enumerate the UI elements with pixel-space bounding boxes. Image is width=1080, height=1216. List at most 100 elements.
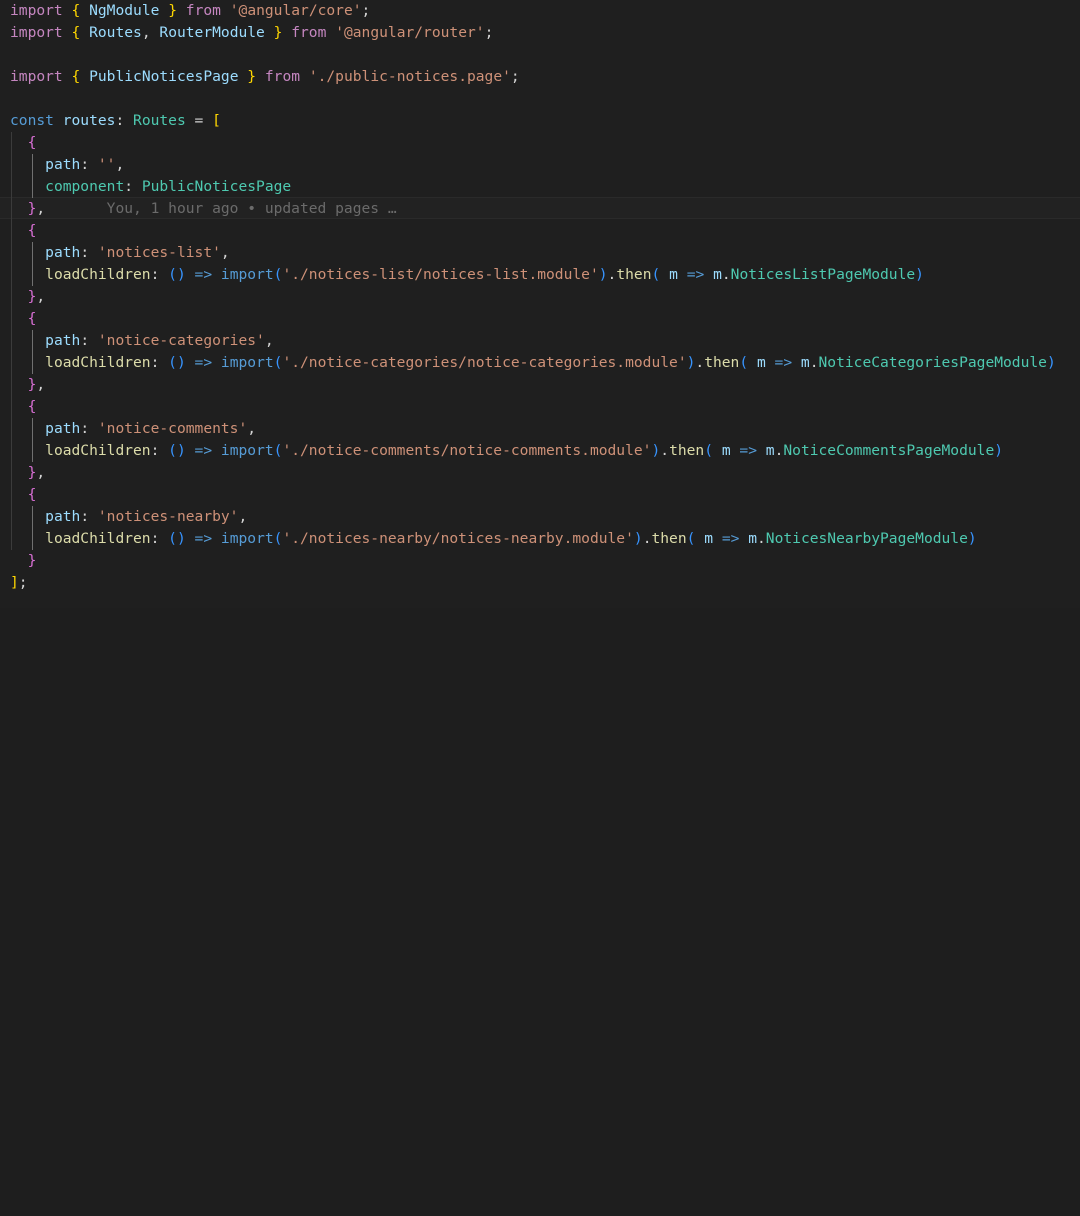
token-string-modulepath: './notices-nearby/notices-nearby.module' bbox=[282, 530, 634, 547]
token-array-close: ] bbox=[10, 574, 19, 591]
token-paren-close: ) bbox=[633, 530, 643, 547]
token-keyword-import: import bbox=[10, 68, 63, 85]
token-paren-close: ) bbox=[1046, 354, 1056, 371]
code-line[interactable]: loadChildren: () => import('./notices-ne… bbox=[0, 528, 1080, 550]
code-line[interactable]: { bbox=[0, 396, 1080, 418]
token-keyword-import: import bbox=[10, 2, 63, 19]
git-blame-annotation[interactable]: You, 1 hour ago • updated pages … bbox=[45, 200, 397, 217]
token-prop-path: path bbox=[45, 508, 81, 525]
token-curly-close: } bbox=[247, 68, 257, 85]
code-editor[interactable]: import { NgModule } from '@angular/core'… bbox=[0, 0, 1080, 608]
token-string-path: '' bbox=[97, 156, 116, 173]
code-line[interactable]: { bbox=[0, 132, 1080, 154]
token-object-open: { bbox=[27, 222, 37, 239]
code-line[interactable]: ]; bbox=[0, 572, 1080, 594]
code-line[interactable]: path: 'notice-comments', bbox=[0, 418, 1080, 440]
token-module-noticeslistpagemodule: NoticesListPageModule bbox=[730, 266, 916, 283]
code-line[interactable]: }, bbox=[0, 374, 1080, 396]
token-keyword-from: from bbox=[185, 2, 221, 19]
token-keyword-from: from bbox=[291, 24, 327, 41]
token-paren-close: ) bbox=[994, 442, 1004, 459]
token-param-m: m bbox=[704, 530, 714, 547]
token-keyword-import-dyn: import bbox=[220, 442, 274, 459]
token-prop-path: path bbox=[45, 156, 81, 173]
token-param-m: m bbox=[713, 266, 722, 283]
token-prop-component: component bbox=[45, 178, 125, 195]
token-string-path: 'notices-nearby' bbox=[97, 508, 239, 525]
token-module-noticecategoriespagemodule: NoticeCategoriesPageModule bbox=[818, 354, 1047, 371]
token-keyword-from: from bbox=[264, 68, 301, 85]
code-line-blank[interactable] bbox=[0, 88, 1080, 110]
code-line[interactable]: const routes: Routes = [ bbox=[0, 110, 1080, 132]
token-import-routes: Routes bbox=[89, 24, 142, 41]
token-arrow: => bbox=[194, 354, 213, 371]
token-object-open: { bbox=[27, 310, 37, 327]
code-line[interactable]: loadChildren: () => import('./notice-cat… bbox=[0, 352, 1080, 374]
code-line[interactable]: { bbox=[0, 308, 1080, 330]
code-line[interactable]: loadChildren: () => import('./notice-com… bbox=[0, 440, 1080, 462]
token-string-modulepath: './notices-list/notices-list.module' bbox=[282, 266, 599, 283]
code-line[interactable]: import { Routes, RouterModule } from '@a… bbox=[0, 22, 1080, 44]
token-object-open: { bbox=[27, 398, 37, 415]
token-param-m: m bbox=[669, 266, 678, 283]
token-arrow: => bbox=[686, 266, 705, 283]
token-type-routes: Routes bbox=[133, 112, 186, 129]
token-import-publicnoticespage: PublicNoticesPage bbox=[89, 68, 239, 85]
token-module-noticesnearbypagemodule: NoticesNearbyPageModule bbox=[765, 530, 968, 547]
token-param-m: m bbox=[721, 442, 731, 459]
token-prop-loadchildren: loadChildren bbox=[45, 442, 151, 459]
token-arrow: => bbox=[194, 530, 213, 547]
code-line[interactable]: loadChildren: () => import('./notices-li… bbox=[0, 264, 1080, 286]
code-line[interactable]: component: PublicNoticesPage bbox=[0, 176, 1080, 198]
token-prop-loadchildren: loadChildren bbox=[45, 354, 151, 371]
code-line[interactable]: }, bbox=[0, 286, 1080, 308]
token-array-open: [ bbox=[212, 112, 221, 129]
code-line[interactable]: { bbox=[0, 484, 1080, 506]
code-line-blank[interactable] bbox=[0, 44, 1080, 66]
token-arrow: => bbox=[774, 354, 793, 371]
token-keyword-import-dyn: import bbox=[220, 266, 274, 283]
code-line[interactable]: path: 'notices-list', bbox=[0, 242, 1080, 264]
token-paren-open: ( bbox=[739, 354, 749, 371]
token-param-m: m bbox=[765, 442, 775, 459]
token-string-module: '@angular/router' bbox=[335, 24, 485, 41]
token-curly-open: { bbox=[71, 68, 81, 85]
token-paren-close: ) bbox=[967, 530, 977, 547]
token-curly-close: } bbox=[168, 2, 177, 19]
token-param-m: m bbox=[756, 354, 766, 371]
token-paren: () bbox=[168, 266, 186, 283]
token-curly-open: { bbox=[71, 2, 81, 19]
token-paren-close: ) bbox=[651, 442, 661, 459]
code-line[interactable]: } bbox=[0, 550, 1080, 572]
code-line[interactable]: path: 'notices-nearby', bbox=[0, 506, 1080, 528]
code-line[interactable]: path: 'notice-categories', bbox=[0, 330, 1080, 352]
token-paren: () bbox=[168, 530, 186, 547]
token-string-modulepath: './notice-comments/notice-comments.modul… bbox=[282, 442, 652, 459]
token-method-then: then bbox=[704, 354, 740, 371]
token-method-then: then bbox=[616, 266, 652, 283]
code-line-current[interactable]: }, You, 1 hour ago • updated pages … bbox=[0, 197, 1080, 219]
code-line[interactable]: import { NgModule } from '@angular/core'… bbox=[0, 0, 1080, 22]
token-arrow: => bbox=[194, 266, 213, 283]
code-line[interactable]: }, bbox=[0, 462, 1080, 484]
code-line[interactable]: import { PublicNoticesPage } from './pub… bbox=[0, 66, 1080, 88]
token-arrow: => bbox=[739, 442, 757, 459]
token-paren: () bbox=[168, 442, 186, 459]
token-method-then: then bbox=[651, 530, 687, 547]
token-prop-path: path bbox=[45, 244, 81, 261]
token-string-path: 'notice-comments' bbox=[97, 420, 248, 437]
token-object-open: { bbox=[27, 134, 37, 151]
token-keyword-import-dyn: import bbox=[220, 530, 274, 547]
code-line[interactable]: { bbox=[0, 220, 1080, 242]
token-prop-loadchildren: loadChildren bbox=[45, 266, 151, 283]
token-keyword-import: import bbox=[10, 24, 63, 41]
token-string-path: 'notice-categories' bbox=[97, 332, 265, 349]
token-paren-close: ) bbox=[915, 266, 924, 283]
token-value-publicnoticespage: PublicNoticesPage bbox=[141, 178, 292, 195]
token-paren: () bbox=[168, 354, 186, 371]
token-prop-path: path bbox=[45, 420, 81, 437]
token-paren-open: ( bbox=[704, 442, 714, 459]
code-line[interactable]: path: '', bbox=[0, 154, 1080, 176]
token-curly-open: { bbox=[71, 24, 81, 41]
token-object-close: } bbox=[27, 552, 37, 569]
